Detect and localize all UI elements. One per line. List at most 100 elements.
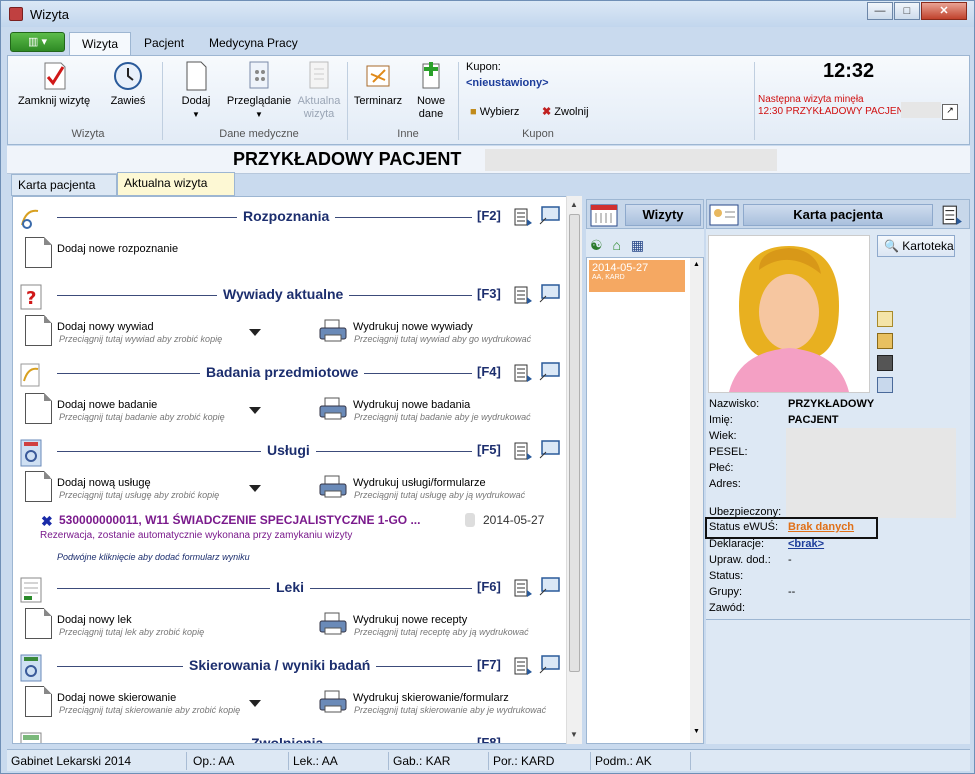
camera-icon[interactable] <box>877 355 893 371</box>
home-icon[interactable]: ⌂ <box>612 237 620 253</box>
visit-scrollbar[interactable]: ▲ ▼ <box>566 196 582 744</box>
ewus-status-link[interactable]: Brak danych <box>788 521 854 533</box>
wybierz-button[interactable]: ■ Wybierz <box>470 106 532 119</box>
next-visit-line1: Następna wizyta minęła <box>758 94 864 105</box>
add-document-icon[interactable] <box>25 686 52 717</box>
patient-card-label[interactable]: Karta pacjenta <box>743 204 933 226</box>
doctor-filter-icon[interactable]: ☯ <box>590 237 603 253</box>
kartoteka-button[interactable]: 🔍 Kartoteka <box>877 235 955 257</box>
tab-aktualna-wizyta[interactable]: Aktualna wizyta <box>117 172 235 196</box>
visit-entry[interactable]: 2014-05-27 AA, KARD <box>589 260 685 292</box>
add-document-icon[interactable] <box>25 237 52 268</box>
visit-sub: AA, KARD <box>592 274 625 281</box>
visits-scrollbar[interactable]: ▲ ▼ <box>690 258 703 743</box>
section-uslugi: Usługi [F5] <box>13 439 568 467</box>
app-menu-button[interactable]: ▥ ▾ <box>10 32 65 52</box>
field-upraw-value: - <box>788 554 792 566</box>
print-skierowanie-link[interactable]: Wydrukuj skierowanie/formularz <box>353 692 509 704</box>
scrollbar-thumb[interactable] <box>569 214 580 672</box>
printer-icon[interactable] <box>319 612 347 636</box>
add-usluga-link[interactable]: Dodaj nową usługę <box>57 477 151 489</box>
add-skierowanie-link[interactable]: Dodaj nowe skierowanie <box>57 692 176 704</box>
list-icon[interactable] <box>513 656 533 676</box>
field-ewus-label: Status eWUŚ: <box>709 521 779 533</box>
window-icon[interactable] <box>539 439 561 459</box>
list-icon[interactable] <box>513 578 533 598</box>
printer-icon[interactable] <box>319 475 347 499</box>
list-icon[interactable] <box>513 363 533 383</box>
next-visit-alert[interactable]: Następna wizyta minęła 12:30 PRZYKŁADOWY… <box>758 94 912 118</box>
group-dane-medyczne: Dane medyczne <box>219 128 299 140</box>
tab-medycyna-pracy[interactable]: Medycyna Pracy <box>197 32 310 56</box>
kupon-value[interactable]: <nieustawiony> <box>466 77 549 89</box>
window-icon[interactable] <box>539 654 561 674</box>
scroll-up-icon[interactable]: ▲ <box>570 200 578 209</box>
print-badania-link[interactable]: Wydrukuj nowe badania <box>353 399 470 411</box>
add-document-icon[interactable] <box>25 393 52 424</box>
printer-icon[interactable] <box>319 690 347 714</box>
section-hotkey: [F6] <box>477 579 501 594</box>
przegladanie-button[interactable]: Przeglądanie ▼ <box>226 60 292 121</box>
tab-karta-pacjenta[interactable]: Karta pacjenta <box>11 174 117 196</box>
window-icon[interactable] <box>539 576 561 596</box>
printer-icon[interactable] <box>319 319 347 343</box>
remove-service-icon[interactable]: ✖ <box>41 513 53 530</box>
field-status-label: Status: <box>709 570 744 582</box>
list-icon[interactable] <box>513 441 533 461</box>
nowe-dane-button[interactable]: Nowe dane <box>412 60 450 121</box>
window-icon[interactable] <box>539 283 561 303</box>
dropdown-arrow-icon[interactable] <box>249 485 261 492</box>
window-icon[interactable] <box>539 361 561 381</box>
alert-details-icon[interactable]: ↗ <box>942 104 958 120</box>
print-hint: Przeciągnij tutaj receptę aby ją wydruko… <box>354 627 529 637</box>
list-icon[interactable] <box>941 204 963 226</box>
dropdown-arrow-icon[interactable] <box>249 407 261 414</box>
print-card-icon[interactable] <box>877 377 893 393</box>
list-icon[interactable] <box>513 285 533 305</box>
add-document-icon[interactable] <box>25 315 52 346</box>
nowe-dane-label: Nowe dane <box>416 95 446 120</box>
zawies-button[interactable]: Zawieś <box>104 60 152 108</box>
zwolnij-label: Zwolnij <box>554 106 589 118</box>
clipboard-icon[interactable] <box>877 311 893 327</box>
folder-icon[interactable] <box>877 333 893 349</box>
calendar-icon <box>366 65 390 87</box>
add-document-icon[interactable] <box>25 471 52 502</box>
dropdown-arrow-icon[interactable] <box>249 700 261 707</box>
minimize-button[interactable]: — <box>867 2 893 20</box>
add-hint: Przeciągnij tutaj skierowanie aby zrobić… <box>59 705 241 715</box>
add-wywiad-link[interactable]: Dodaj nowy wywiad <box>57 321 154 333</box>
dropdown-arrow-icon[interactable] <box>249 329 261 336</box>
deklaracje-link[interactable]: <brak> <box>788 538 824 550</box>
visits-label[interactable]: Wizyty <box>625 204 701 226</box>
scroll-down-icon[interactable]: ▼ <box>693 728 700 735</box>
scroll-up-icon[interactable]: ▲ <box>693 261 700 268</box>
close-button[interactable]: ✕ <box>921 2 967 20</box>
aktualna-wizyta-button[interactable]: Aktualna wizyta <box>296 60 342 121</box>
zwolnij-button[interactable]: ✖ Zwolnij <box>542 106 602 119</box>
printer-icon[interactable] <box>319 397 347 421</box>
release-icon: ✖ <box>542 106 552 118</box>
app-icon <box>9 7 23 21</box>
list-icon[interactable] <box>513 207 533 227</box>
field-nazwisko-label: Nazwisko: <box>709 398 760 410</box>
add-badanie-link[interactable]: Dodaj nowe badanie <box>57 399 157 411</box>
terminarz-button[interactable]: Terminarz <box>352 60 404 108</box>
window-icon[interactable] <box>539 205 561 225</box>
tab-pacjent[interactable]: Pacjent <box>132 32 196 56</box>
zamknij-wizyte-button[interactable]: Zamknij wizytę <box>16 60 92 108</box>
tab-wizyta[interactable]: Wizyta <box>69 32 131 56</box>
print-recepty-link[interactable]: Wydrukuj nowe recepty <box>353 614 467 626</box>
add-document-icon[interactable] <box>25 608 52 639</box>
building-icon[interactable]: ▦ <box>631 237 644 253</box>
service-item-code[interactable]: 530000000011, W11 ŚWIADCZENIE SPECJALIST… <box>59 513 420 527</box>
print-uslugi-link[interactable]: Wydrukuj usługi/formularze <box>353 477 486 489</box>
print-wywiady-link[interactable]: Wydrukuj nowe wywiady <box>353 321 473 333</box>
add-rozpoznanie-link[interactable]: Dodaj nowe rozpoznanie <box>57 243 178 255</box>
field-imie-label: Imię: <box>709 414 733 426</box>
add-lek-link[interactable]: Dodaj nowy lek <box>57 614 132 626</box>
scroll-down-icon[interactable]: ▼ <box>570 730 578 739</box>
maximize-button[interactable]: □ <box>894 2 920 20</box>
section-divider <box>57 588 472 589</box>
dodaj-button[interactable]: Dodaj ▼ <box>176 60 216 121</box>
